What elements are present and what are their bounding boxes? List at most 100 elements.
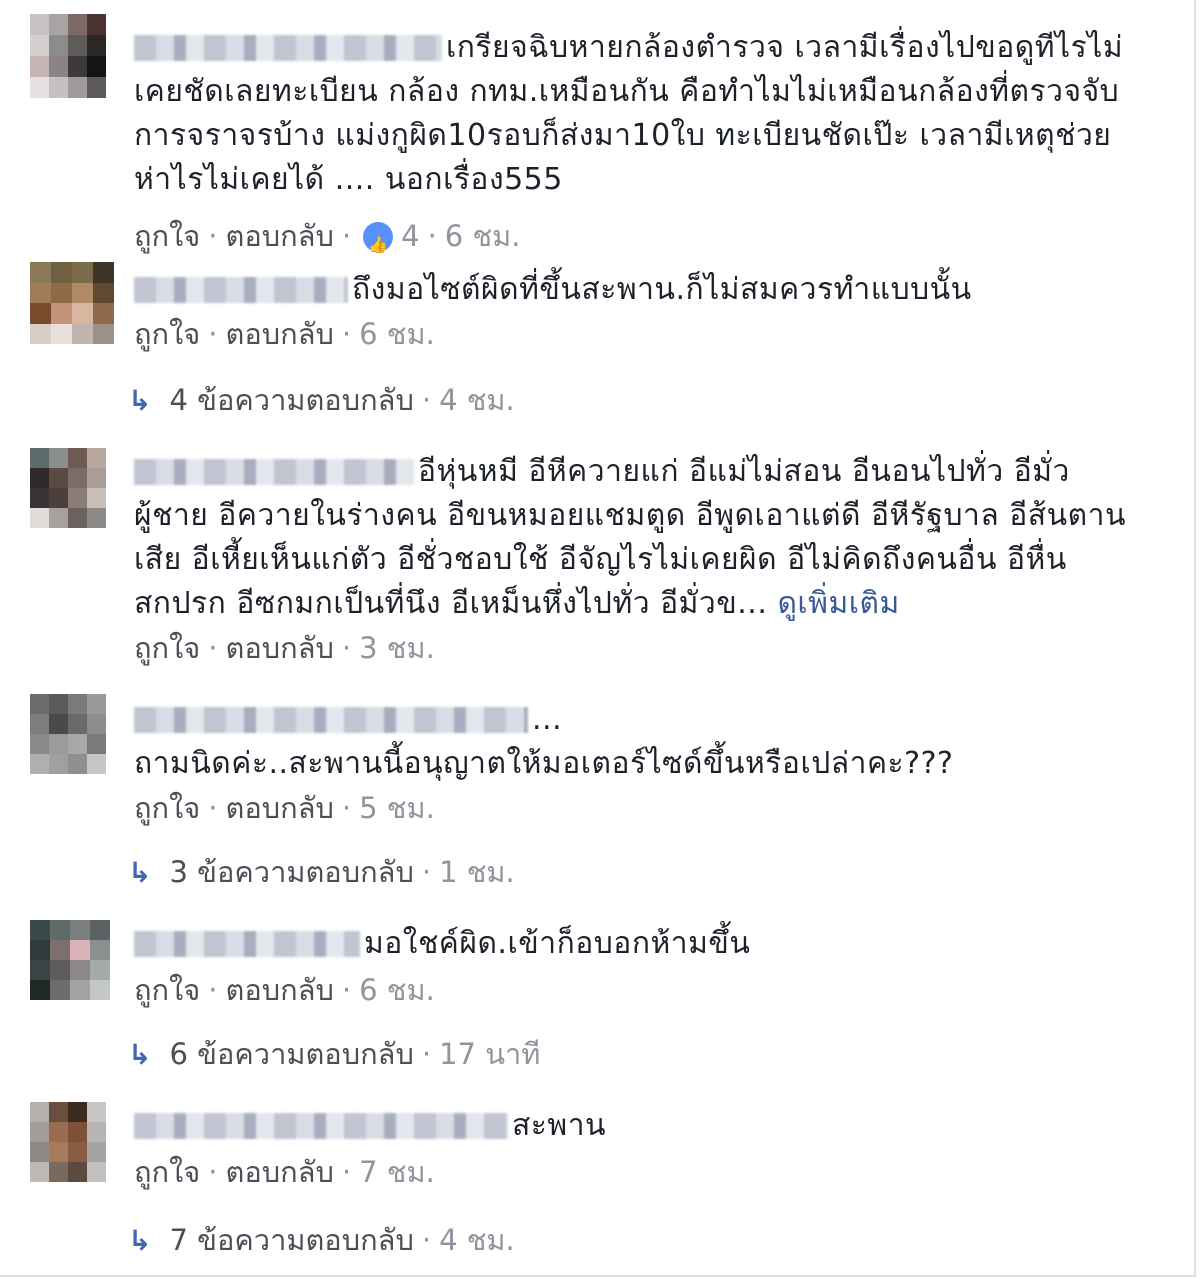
avatar-pixel [87,1162,106,1182]
avatar-pixel [30,282,51,303]
comment-text: ... ถามนิดค่ะ..สะพานนี้อนุญาตให้มอเตอร์ไซ… [134,702,954,781]
avatar-pixel [49,77,68,98]
avatar-pixel [93,262,114,283]
comment-actions: ถูกใจ · ตอบกลับ · 6 ชม. [134,317,435,351]
view-replies-link[interactable]: ↳ 4 ข้อความตอบกลับ · 4 ชม. [128,380,515,421]
comment-time[interactable]: 6 ชม. [359,973,435,1007]
avatar-pixel [49,754,68,774]
comment-time[interactable]: 7 ชม. [359,1155,435,1189]
avatar-pixel [68,714,87,734]
like-button[interactable]: ถูกใจ [134,973,200,1007]
avatar-pixel [68,1162,87,1182]
avatar-pixel [30,1142,49,1162]
comment-time[interactable]: 3 ชม. [359,631,435,665]
commenter-name[interactable] [134,35,442,61]
avatar-pixel [30,1102,49,1122]
avatar-pixel [30,508,49,528]
reply-button[interactable]: ตอบกลับ [226,1155,334,1189]
avatar-pixel [30,323,51,344]
avatar-pixel [68,488,87,508]
comment-actions: ถูกใจ · ตอบกลับ · 6 ชม. [134,973,435,1007]
avatar-pixel [49,468,68,488]
avatar-pixel [87,1122,106,1142]
reply-button[interactable]: ตอบกลับ [226,317,334,351]
like-reaction-icon[interactable] [363,222,394,265]
avatar-pixel [72,282,93,303]
avatar-pixel [90,940,110,960]
reply-button[interactable]: ตอบกลับ [226,973,334,1007]
reply-button[interactable]: ตอบกลับ [226,791,334,825]
comment-time[interactable]: 6 ชม. [359,317,435,351]
avatar-pixel [30,940,50,960]
avatar[interactable] [30,14,106,98]
commenter-name[interactable] [134,277,348,303]
avatar-pixel [30,303,51,324]
comment-time[interactable]: 6 ชม. [445,219,521,253]
avatar-pixel [30,448,49,468]
see-more-link[interactable]: ดูเพิ่มเติม [777,586,899,621]
comment-actions: ถูกใจ · ตอบกลับ · 3 ชม. [134,631,435,665]
avatar-pixel [87,1142,106,1162]
like-button[interactable]: ถูกใจ [134,791,200,825]
avatar-pixel [90,980,110,1000]
reply-button[interactable]: ตอบกลับ [226,631,334,665]
avatar-pixel [30,694,49,714]
avatar-pixel [87,448,106,468]
reaction-count[interactable]: 4 [401,219,419,253]
avatar-pixel [49,734,68,754]
comment-actions: ถูกใจ · ตอบกลับ · 7 ชม. [134,1155,435,1189]
avatar-pixel [90,960,110,980]
view-replies-link[interactable]: ↳ 6 ข้อความตอบกลับ · 17 นาที [128,1034,540,1075]
avatar[interactable] [30,262,114,344]
avatar-pixel [30,920,50,940]
avatar[interactable] [30,1102,106,1182]
like-button[interactable]: ถูกใจ [134,317,200,351]
avatar[interactable] [30,448,106,528]
comment-text: ถึงมอไซต์ผิดที่ขึ้นสะพาน.ก็ไม่สมควรทำแบบ… [134,268,1126,312]
avatar[interactable] [30,694,106,774]
avatar-pixel [87,754,106,774]
comments-panel: เกรียจฉิบหายกล้องตำรวจ เวลามีเรื่องไปขอด… [0,0,1196,1277]
avatar-pixel [68,1102,87,1122]
avatar-pixel [68,754,87,774]
avatar-pixel [30,488,49,508]
comment-time[interactable]: 5 ชม. [359,791,435,825]
avatar-pixel [49,1122,68,1142]
avatar-pixel [87,14,106,35]
avatar[interactable] [30,920,110,1000]
avatar-pixel [51,303,72,324]
avatar-pixel [87,468,106,488]
avatar-pixel [30,1162,49,1182]
avatar-pixel [50,960,70,980]
comment-text: มอใชค์ผิด.เข้าก็อบอกห้ามขึ้น [134,922,1126,966]
avatar-pixel [70,960,90,980]
commenter-name[interactable] [134,1113,508,1139]
avatar-pixel [93,323,114,344]
avatar-pixel [49,56,68,77]
view-replies-link[interactable]: ↳ 3 ข้อความตอบกลับ · 1 ชม. [128,852,515,893]
avatar-pixel [87,35,106,56]
commenter-name[interactable] [134,931,360,957]
commenter-name[interactable] [134,459,414,485]
avatar-pixel [70,920,90,940]
avatar-pixel [49,14,68,35]
avatar-pixel [49,35,68,56]
like-button[interactable]: ถูกใจ [134,631,200,665]
comment-text: อีหุ่นหมี อีหีควายแก่ อีแม่ไม่สอน อีนอนไ… [134,454,1126,621]
comment-actions: ถูกใจ·ตอบกลับ·4·6 ชม. [134,216,1126,265]
comment-text: สะพาน [134,1104,1126,1148]
avatar-pixel [49,714,68,734]
avatar-pixel [87,694,106,714]
like-button[interactable]: ถูกใจ [134,219,200,253]
avatar-pixel [49,448,68,468]
like-button[interactable]: ถูกใจ [134,1155,200,1189]
avatar-pixel [68,694,87,714]
avatar-pixel [68,14,87,35]
commenter-name[interactable] [134,707,528,733]
avatar-pixel [68,56,87,77]
view-replies-link[interactable]: ↳ 7 ข้อความตอบกลับ · 4 ชม. [128,1220,515,1261]
avatar-pixel [87,56,106,77]
reply-button[interactable]: ตอบกลับ [226,219,334,253]
avatar-pixel [72,323,93,344]
reply-arrow-icon: ↳ [128,384,152,417]
